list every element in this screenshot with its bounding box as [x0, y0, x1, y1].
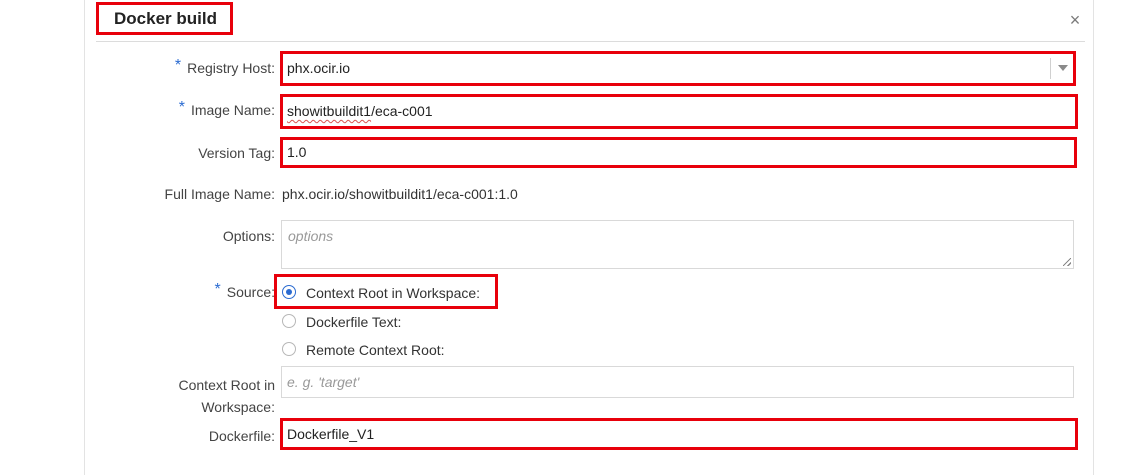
- close-icon[interactable]: ×: [1067, 11, 1083, 29]
- radio-label: Context Root in Workspace:: [306, 285, 481, 301]
- image-name-input[interactable]: showitbuildit1/eca-c001: [280, 94, 1078, 129]
- version-tag-label: Version Tag:: [198, 145, 275, 161]
- options-placeholder: options: [288, 228, 334, 244]
- dockerfile-input[interactable]: Dockerfile_V1: [280, 418, 1078, 450]
- registry-host-label: * Registry Host:: [174, 57, 275, 76]
- source-label: * Source:: [214, 281, 275, 300]
- context-root-input[interactable]: e. g. 'target': [281, 366, 1074, 398]
- required-marker: *: [214, 281, 221, 298]
- context-root-label: Context Root in Workspace:: [85, 374, 276, 418]
- dialog-title: Docker build: [96, 2, 233, 35]
- full-image-name-label: Full Image Name:: [164, 186, 275, 202]
- radio-button[interactable]: [282, 342, 296, 356]
- image-name-value-rest: /eca-c001: [371, 103, 433, 119]
- full-image-name-value: phx.ocir.io/showitbuildit1/eca-c001:1.0: [282, 186, 518, 202]
- chevron-down-icon[interactable]: [1058, 65, 1068, 71]
- options-label: Options:: [222, 228, 275, 244]
- version-tag-input[interactable]: 1.0: [280, 137, 1077, 168]
- required-marker: *: [174, 57, 182, 74]
- radio-button[interactable]: [282, 314, 296, 328]
- registry-host-select[interactable]: phx.ocir.io: [280, 51, 1076, 86]
- radio-label: Remote Context Root:: [306, 342, 445, 358]
- image-name-value-underlined: showitbuildit1: [287, 103, 372, 119]
- docker-build-dialog: Docker build × * Registry Host: phx.ocir.…: [84, 0, 1094, 475]
- context-root-placeholder: e. g. 'target': [287, 374, 360, 390]
- image-name-value: showitbuildit1/eca-c001: [287, 98, 433, 125]
- resize-handle-icon[interactable]: [1063, 258, 1071, 266]
- dockerfile-label: Dockerfile:: [208, 428, 275, 444]
- options-textarea[interactable]: options: [281, 220, 1074, 269]
- radio-button-selected[interactable]: [282, 285, 296, 299]
- context-root-label-line2: Workspace:: [201, 399, 275, 415]
- image-name-label: * Image Name:: [178, 99, 275, 118]
- dropdown-separator: [1050, 58, 1051, 79]
- registry-host-value: phx.ocir.io: [287, 60, 351, 76]
- context-root-label-line1: Context Root in: [178, 377, 276, 393]
- required-marker: *: [178, 99, 185, 116]
- dockerfile-value: Dockerfile_V1: [287, 426, 375, 442]
- radio-label: Dockerfile Text:: [306, 314, 402, 330]
- version-tag-value: 1.0: [287, 144, 307, 160]
- dialog-header: Docker build ×: [96, 0, 1085, 42]
